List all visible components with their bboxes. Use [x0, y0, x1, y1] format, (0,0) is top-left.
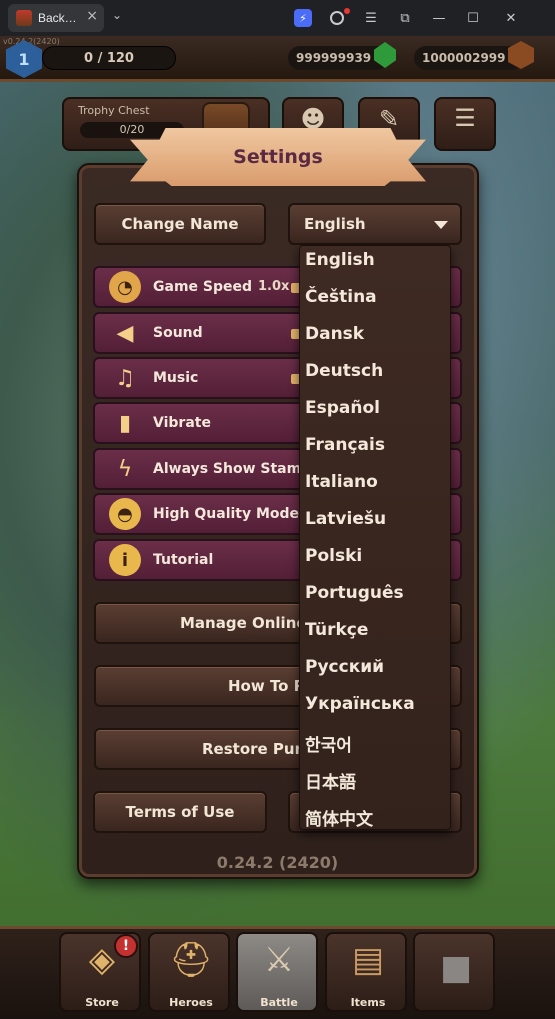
language-select-value: English [304, 215, 366, 233]
language-option[interactable]: Italiano [305, 472, 378, 492]
setting-label: Game Speed [153, 279, 253, 295]
language-option[interactable]: English [305, 250, 375, 270]
crossed-swords-icon: ⚔ [263, 940, 295, 980]
tab-title: Back… [38, 11, 77, 25]
trophy-chest-title: Trophy Chest [78, 104, 150, 117]
speedometer-icon: ◔ [109, 271, 141, 303]
language-option[interactable]: 简体中文 [305, 805, 373, 830]
setting-label: High Quality Mode [153, 506, 300, 522]
setting-label: Sound [153, 325, 203, 341]
nav-label: Heroes [169, 996, 213, 1009]
vibrate-icon: ▮ [118, 410, 132, 436]
close-tab-icon[interactable]: × [86, 8, 98, 24]
account-icon[interactable] [330, 11, 344, 25]
setting-label: Tutorial [153, 552, 214, 568]
language-option[interactable]: Deutsch [305, 361, 383, 381]
gauge-icon: ◓ [109, 498, 141, 530]
maximize-icon[interactable]: ☐ [464, 9, 482, 27]
settings-title: Settings [130, 128, 426, 186]
browser-toolbar: Back… × ⌄ ⚡ ☰ ⧉ — ☐ ✕ [0, 0, 555, 36]
language-option[interactable]: Українська [305, 694, 415, 714]
setting-label: Vibrate [153, 415, 211, 431]
browser-tab[interactable]: Back… × [8, 4, 104, 32]
language-option[interactable]: Latviešu [305, 509, 386, 529]
menu-icon[interactable]: ☰ [362, 9, 380, 27]
lightning-icon: ϟ [117, 456, 133, 482]
nav-battle[interactable]: ⚔ Battle [236, 932, 318, 1012]
hamburger-icon: ☰ [454, 104, 476, 132]
speaker-icon: ◀ [116, 320, 134, 346]
version-label: 0.24.2 (2420) [216, 853, 339, 872]
language-option[interactable]: Português [305, 583, 404, 603]
nav-label: Battle [260, 996, 298, 1009]
language-option[interactable]: 日本語 [305, 768, 356, 793]
nav-locked[interactable]: ■ [413, 932, 495, 1012]
language-option[interactable]: Türkçe [305, 620, 368, 640]
close-window-icon[interactable]: ✕ [502, 9, 520, 27]
language-option[interactable]: 한국어 [305, 731, 352, 756]
language-option[interactable]: Русский [305, 657, 384, 677]
helmet-icon: ⛑ [169, 940, 213, 980]
language-option[interactable]: Français [305, 435, 385, 455]
caret-down-icon [434, 221, 448, 229]
info-icon: i [109, 544, 141, 576]
terms-of-use-button[interactable]: Terms of Use [93, 791, 267, 833]
nav-label: Items [350, 996, 386, 1009]
language-select[interactable]: English [288, 203, 462, 245]
language-dropdown: English Čeština Dansk Deutsch Español Fr… [299, 245, 451, 830]
game-favicon-icon [16, 10, 32, 26]
padlock-icon: ■ [439, 948, 473, 988]
notification-dot [344, 8, 350, 14]
language-option[interactable]: Español [305, 398, 380, 418]
bolt-icon[interactable]: ⚡ [294, 9, 312, 27]
tab-list-chevron-icon[interactable]: ⌄ [112, 8, 122, 22]
music-note-icon: ♫ [115, 365, 135, 391]
language-option[interactable]: Dansk [305, 324, 364, 344]
gem-counter: 999999939 [288, 46, 388, 70]
coin-counter: 1000002999 [414, 46, 524, 70]
picture-in-picture-icon[interactable]: ⧉ [396, 9, 414, 27]
setting-label: Music [153, 370, 199, 386]
nav-heroes[interactable]: ⛑ Heroes [148, 932, 230, 1012]
nav-label: Store [85, 996, 119, 1009]
alert-badge: ! [114, 934, 138, 958]
xp-bar: 0 / 120 [42, 46, 176, 70]
cards-icon: ▤ [351, 940, 385, 980]
nav-items[interactable]: ▤ Items [325, 932, 407, 1012]
minimize-icon[interactable]: — [430, 9, 448, 27]
change-name-button[interactable]: Change Name [94, 203, 266, 245]
game-speed-value: 1.0x [258, 279, 290, 294]
language-option[interactable]: Čeština [305, 287, 377, 307]
language-option[interactable]: Polski [305, 546, 362, 566]
